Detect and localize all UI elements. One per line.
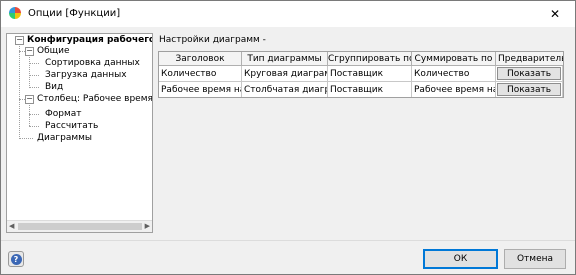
tree-item-view[interactable]: Вид [45,81,63,93]
scroll-right-icon[interactable]: ▶ [145,222,150,230]
tree-line [29,87,39,88]
column-header-group-by[interactable]: Сгруппировать по [328,52,412,66]
column-header-sum-by[interactable]: Суммировать по [412,52,496,66]
collapse-icon[interactable]: − [15,36,24,45]
column-header-chart-type[interactable]: Тип диаграммы [242,52,328,66]
tree-item-format[interactable]: Формат [45,108,82,120]
tree-line [19,138,33,139]
tree-item-general[interactable]: Общие [37,45,70,57]
table-cell-group-by[interactable]: Поставщик [328,82,412,97]
help-button[interactable]: ? [8,251,24,267]
title-bar: Опции [Функции] ✕ [1,1,575,27]
table-cell-group-by[interactable]: Поставщик [328,66,412,82]
app-icon [9,7,21,19]
collapse-icon[interactable]: − [25,47,34,56]
config-tree: − Конфигурация рабочего листа − Общие Со… [6,33,153,233]
cancel-button[interactable]: Отмена [504,249,566,269]
table-cell-title[interactable]: Количество [159,66,242,82]
tree-item-column-worktime[interactable]: Столбец: Рабочее время на [37,93,152,105]
show-chart-button[interactable]: Показать [497,67,561,80]
tree-line [19,46,20,139]
tree-line [29,114,39,115]
tree-horizontal-scrollbar[interactable]: ◀ ▶ [7,220,152,232]
scroll-thumb[interactable] [18,223,142,230]
chart-settings-table: Заголовок Тип диаграммы Сгруппировать по… [158,51,564,98]
table-cell-chart-type[interactable]: Круговая диаграмма [242,66,328,82]
tree-item-data-loading[interactable]: Загрузка данных [45,69,127,81]
table-cell-sum-by[interactable]: Рабочее время на [412,82,496,97]
collapse-icon[interactable]: − [25,95,34,104]
scroll-left-icon[interactable]: ◀ [9,222,14,230]
table-cell-preview: Показать [496,82,563,97]
tree-item-calculate[interactable]: Рассчитать [45,120,98,132]
show-chart-button[interactable]: Показать [497,83,561,96]
tree-line [29,126,39,127]
footer-divider [1,240,575,241]
options-dialog: Опции [Функции] ✕ − Конфигурация рабочег… [0,0,576,275]
tree-item-data-sorting[interactable]: Сортировка данных [45,57,140,69]
column-header-title[interactable]: Заголовок [159,52,242,66]
window-title: Опции [Функции] [28,8,121,19]
column-header-preview[interactable]: Предварительно [496,52,563,66]
table-cell-sum-by[interactable]: Количество [412,66,496,82]
table-cell-title[interactable]: Рабочее время на [159,82,242,97]
tree-line [29,63,39,64]
tree-item-charts[interactable]: Диаграммы [37,132,92,144]
ok-button[interactable]: ОК [423,249,498,269]
table-cell-chart-type[interactable]: Столбчатая диаграмма [242,82,328,97]
chart-settings-label: Настройки диаграмм - [159,35,266,45]
tree-line [29,75,39,76]
table-cell-preview: Показать [496,66,563,82]
tree-line [29,55,30,88]
help-icon: ? [10,253,22,265]
close-icon[interactable]: ✕ [535,1,575,27]
